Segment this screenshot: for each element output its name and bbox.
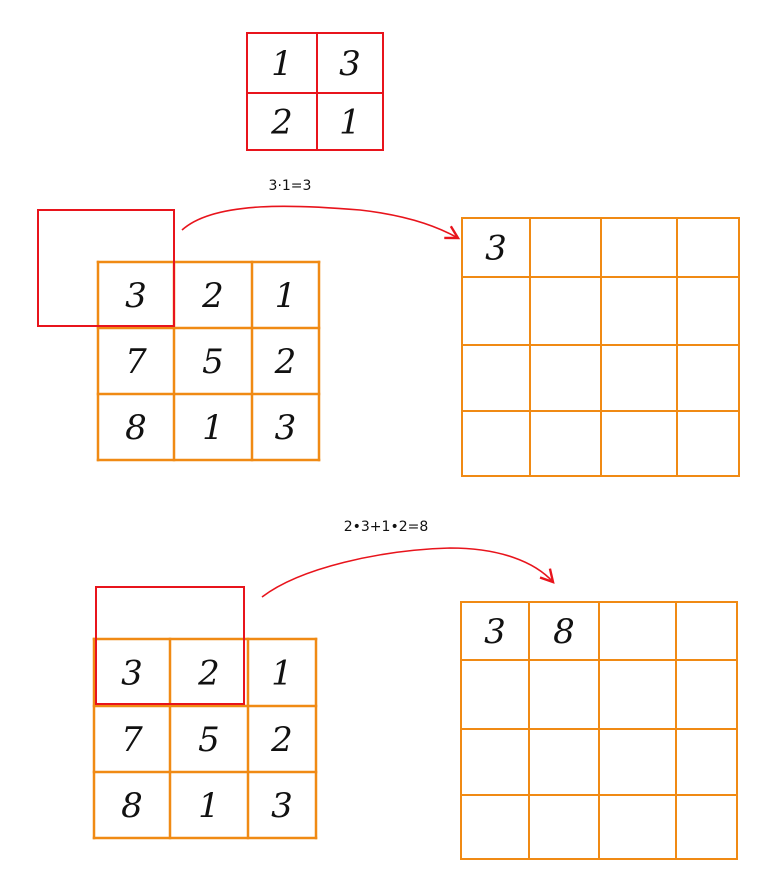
step2-arrow bbox=[261, 547, 555, 598]
kernel-grid-cell: 1 bbox=[339, 103, 361, 143]
kernel-grid-cell: 1 bbox=[271, 44, 293, 84]
kernel-grid: 1 3 2 1 bbox=[246, 32, 384, 151]
step1-kernel-window bbox=[37, 209, 175, 327]
step1-input-grid-cell: 3 bbox=[275, 408, 297, 448]
step2-input-grid-cell: 2 bbox=[270, 720, 293, 760]
step1-formula: 3·1=3 bbox=[269, 178, 312, 194]
step1-input-grid-cell: 1 bbox=[275, 276, 297, 316]
step2-input-grid: 3 2 1 7 5 2 8 1 3 bbox=[92, 637, 318, 840]
step2-input-grid-cell: 1 bbox=[198, 786, 220, 826]
step1-input-grid: 3 2 1 7 5 2 8 1 3 bbox=[96, 260, 321, 462]
step2-input-grid-cell: 3 bbox=[271, 786, 293, 826]
step2-formula: 2•3+1•2=8 bbox=[344, 519, 429, 535]
step1-input-grid-cell: 8 bbox=[125, 408, 147, 448]
step1-input-grid-cell: 5 bbox=[202, 342, 224, 382]
step1-input-grid-cell: 2 bbox=[274, 342, 297, 382]
step1-arrow bbox=[181, 205, 461, 240]
step2-input-grid-cell: 1 bbox=[271, 654, 293, 694]
step1-input-grid-cell: 3 bbox=[125, 276, 147, 316]
step2-input-grid-cell: 2 bbox=[197, 654, 220, 694]
step2-input-grid-cell: 5 bbox=[198, 720, 220, 760]
convolution-diagram: 1 32 13·1=33 2 17 5 28 1 332•3+1•2=83 2 17 5 28 1 33 8 bbox=[37, 32, 740, 860]
kernel-grid-cell: 2 bbox=[270, 103, 293, 143]
step2-output-grid-cell: 8 bbox=[553, 612, 575, 652]
step2-input-grid-cell: 3 bbox=[121, 654, 143, 694]
step1-input-grid-cell: 1 bbox=[202, 408, 224, 448]
step1-output-grid-cell: 3 bbox=[485, 229, 507, 269]
step1-input-grid-cell: 7 bbox=[125, 342, 147, 382]
step1-output-grid: 3 bbox=[461, 217, 740, 477]
step2-input-grid-cell: 7 bbox=[121, 720, 143, 760]
kernel-grid-cell: 3 bbox=[339, 44, 361, 84]
step1-input-grid-cell: 2 bbox=[201, 276, 224, 316]
step2-output-grid-cell: 3 bbox=[484, 612, 506, 652]
step2-output-grid: 38 bbox=[460, 601, 738, 860]
step2-input-grid-cell: 8 bbox=[121, 786, 143, 826]
